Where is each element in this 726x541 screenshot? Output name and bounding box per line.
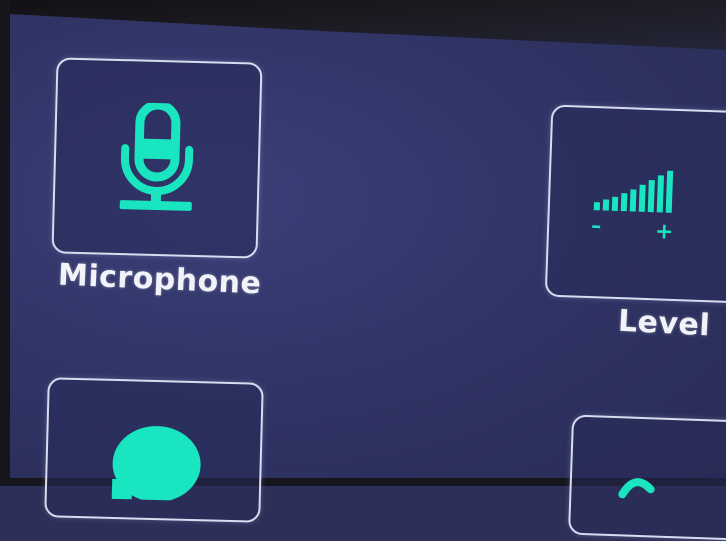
microphone-tile-button[interactable] <box>51 57 263 259</box>
device-bezel-left <box>0 0 10 486</box>
level-tile-button[interactable]: – + <box>544 104 726 304</box>
level-label: Level <box>617 303 712 344</box>
person-tile-button[interactable] <box>44 377 264 523</box>
bottom-right-tile-button[interactable] <box>567 414 726 541</box>
unknown-icon <box>618 478 655 499</box>
level-plus-label: + <box>655 219 674 241</box>
person-icon <box>111 426 201 502</box>
microphone-icon <box>119 101 194 211</box>
level-minus-label: – <box>591 213 602 237</box>
level-bars-icon: – + <box>591 170 674 241</box>
